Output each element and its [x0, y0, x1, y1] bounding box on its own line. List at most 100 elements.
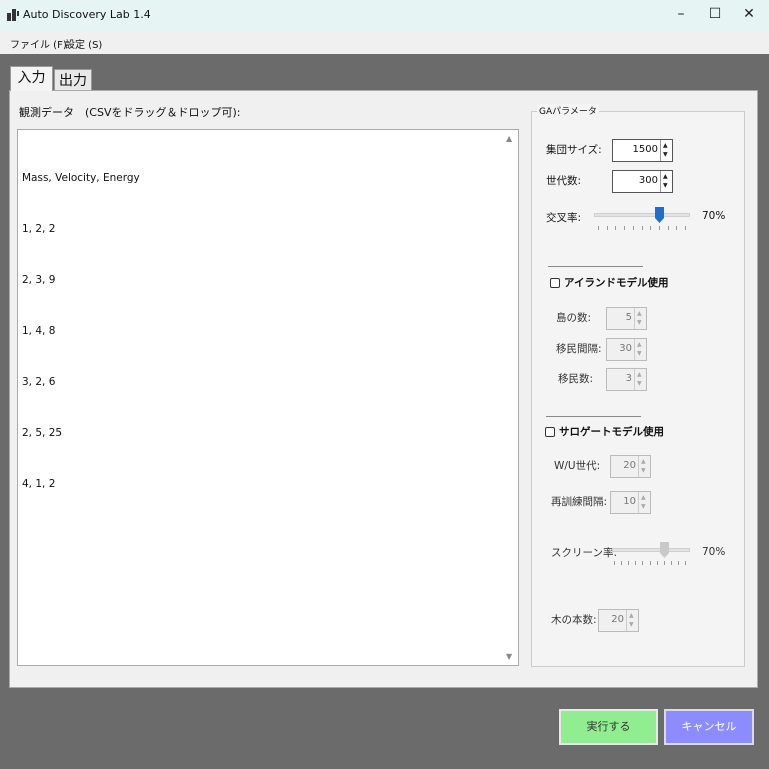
divider: [546, 416, 641, 417]
slider-tick: [642, 561, 643, 565]
close-button[interactable]: ✕: [731, 0, 767, 31]
stepper-up-icon[interactable]: ▲: [641, 495, 646, 501]
data-line: 4, 1, 2: [22, 478, 56, 490]
scroll-down-icon[interactable]: ▼: [506, 652, 512, 661]
slider-tick: [633, 226, 634, 230]
slider-tick: [668, 226, 669, 230]
retrain-interval-value: 10: [623, 496, 636, 507]
slider-tick: [614, 561, 615, 565]
ga-params-title: GAパラメータ: [537, 104, 599, 117]
divider: [548, 266, 643, 267]
slider-tick: [657, 561, 658, 565]
screening-slider-track: [612, 548, 690, 552]
warmup-stepper[interactable]: 20 ▲ ▼: [610, 455, 651, 478]
minimize-button[interactable]: –: [663, 0, 699, 31]
crossover-slider-thumb[interactable]: [655, 207, 664, 223]
stepper-up-icon[interactable]: ▲: [637, 342, 642, 348]
data-text: Mass, Velocity, Energy 1, 2, 2 2, 3, 9 1…: [22, 136, 140, 527]
stepper-buttons: ▲ ▼: [660, 171, 672, 192]
stepper-up-icon[interactable]: ▲: [637, 311, 642, 317]
scroll-up-icon[interactable]: ▲: [506, 134, 512, 143]
slider-tick: [650, 226, 651, 230]
slider-tick: [685, 561, 686, 565]
screening-slider-thumb[interactable]: [660, 542, 669, 558]
data-line: 2, 3, 9: [22, 274, 56, 286]
slider-tick: [659, 226, 660, 230]
surrogate-model-checkbox[interactable]: [545, 427, 555, 437]
maximize-button[interactable]: ☐: [697, 0, 733, 31]
tab-input[interactable]: 入力: [10, 66, 53, 91]
stepper-up-icon[interactable]: ▲: [629, 613, 634, 619]
main-content: 入力 出力 観測データ (CSVをドラッグ＆ドロップ可): Mass, Velo…: [9, 54, 759, 689]
crossover-slider-ticks: [598, 226, 686, 231]
population-value: 1500: [632, 144, 658, 155]
crossover-value: 70%: [702, 210, 726, 222]
migration-interval-stepper[interactable]: 30 ▲ ▼: [606, 338, 647, 361]
migrants-value: 3: [625, 373, 632, 384]
data-line: 1, 2, 2: [22, 223, 56, 235]
menu-bar: ファイル (F) 設定 (S): [0, 31, 769, 54]
vertical-scrollbar[interactable]: ▲ ▼: [504, 130, 518, 665]
stepper-down-icon[interactable]: ▼: [641, 504, 646, 510]
stepper-down-icon[interactable]: ▼: [637, 381, 642, 387]
retrain-interval-label: 再訓練間隔:: [551, 496, 608, 508]
stepper-down-icon[interactable]: ▼: [663, 183, 668, 189]
menu-file[interactable]: ファイル (F): [10, 36, 67, 51]
migrants-label: 移民数:: [558, 373, 594, 385]
island-model-label: アイランドモデル使用: [564, 277, 669, 289]
ga-params-group: GAパラメータ 集団サイズ: 1500 ▲ ▼ 世代数: 300 ▲ ▼ 交叉率…: [531, 104, 745, 667]
stepper-down-icon[interactable]: ▼: [629, 622, 634, 628]
generations-label: 世代数:: [546, 175, 582, 187]
slider-tick: [615, 226, 616, 230]
data-line: 1, 4, 8: [22, 325, 56, 337]
retrain-interval-stepper[interactable]: 10 ▲ ▼: [610, 491, 651, 514]
data-line: Mass, Velocity, Energy: [22, 172, 140, 184]
crossover-label: 交叉率:: [546, 212, 582, 224]
data-line: 3, 2, 6: [22, 376, 56, 388]
stepper-down-icon[interactable]: ▼: [663, 152, 668, 158]
stepper-down-icon[interactable]: ▼: [641, 468, 646, 474]
stepper-down-icon[interactable]: ▼: [637, 351, 642, 357]
stepper-up-icon[interactable]: ▲: [663, 143, 668, 149]
window-title: Auto Discovery Lab 1.4: [23, 8, 151, 21]
stepper-buttons: ▲ ▼: [638, 456, 650, 477]
stepper-up-icon[interactable]: ▲: [663, 174, 668, 180]
slider-tick: [628, 561, 629, 565]
slider-tick: [650, 561, 651, 565]
stepper-down-icon[interactable]: ▼: [637, 320, 642, 326]
menu-settings[interactable]: 設定 (S): [65, 36, 102, 51]
stepper-buttons: ▲ ▼: [638, 492, 650, 513]
crossover-slider-track: [594, 213, 690, 217]
screening-rate-value: 70%: [702, 546, 726, 558]
data-textarea[interactable]: Mass, Velocity, Energy 1, 2, 2 2, 3, 9 1…: [17, 129, 519, 666]
screening-rate-label: スクリーン率:: [551, 547, 618, 559]
stepper-up-icon[interactable]: ▲: [637, 372, 642, 378]
cancel-button[interactable]: キャンセル: [664, 709, 754, 745]
stepper-buttons: ▲ ▼: [634, 308, 646, 329]
stepper-up-icon[interactable]: ▲: [641, 459, 646, 465]
slider-tick: [685, 226, 686, 230]
warmup-label: W/U世代:: [554, 460, 601, 472]
input-tab-page: 観測データ (CSVをドラッグ＆ドロップ可): Mass, Velocity, …: [9, 90, 758, 688]
tree-count-stepper[interactable]: 20 ▲ ▼: [598, 609, 639, 632]
title-bar: Auto Discovery Lab 1.4 – ☐ ✕: [0, 0, 769, 31]
run-button[interactable]: 実行する: [559, 709, 658, 745]
warmup-value: 20: [623, 460, 636, 471]
slider-tick: [635, 561, 636, 565]
slider-tick: [607, 226, 608, 230]
island-model-checkbox[interactable]: [550, 278, 560, 288]
slider-tick: [678, 561, 679, 565]
slider-tick: [671, 561, 672, 565]
population-stepper[interactable]: 1500 ▲ ▼: [612, 139, 673, 162]
stepper-buttons: ▲ ▼: [634, 369, 646, 390]
data-label: 観測データ (CSVをドラッグ＆ドロップ可):: [19, 106, 241, 119]
migration-interval-label: 移民間隔:: [556, 343, 602, 355]
islands-stepper[interactable]: 5 ▲ ▼: [606, 307, 647, 330]
surrogate-model-label: サロゲートモデル使用: [559, 426, 664, 438]
migrants-stepper[interactable]: 3 ▲ ▼: [606, 368, 647, 391]
tree-count-label: 木の本数:: [551, 614, 597, 626]
slider-tick: [676, 226, 677, 230]
tab-output[interactable]: 出力: [54, 69, 92, 91]
generations-stepper[interactable]: 300 ▲ ▼: [612, 170, 673, 193]
islands-value: 5: [625, 312, 632, 323]
